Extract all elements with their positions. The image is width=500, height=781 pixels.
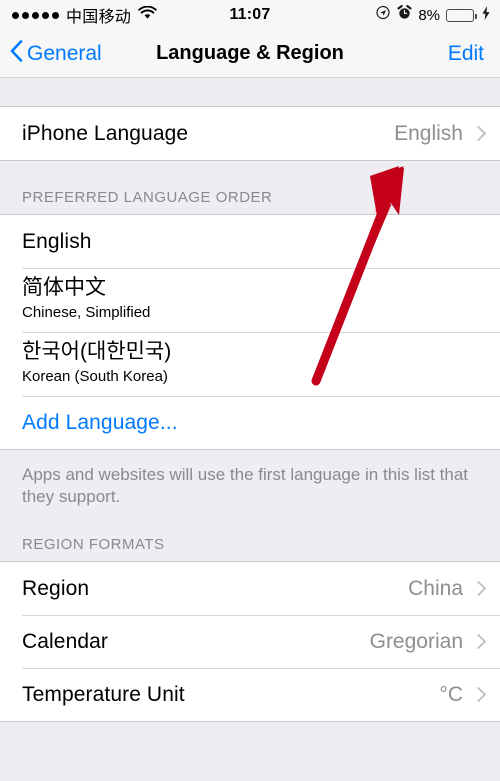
iphone-settings-screen: 中国移动 11:07 8% General Language & Region …: [0, 0, 500, 781]
preferred-language-group: English 简体中文 Chinese, Simplified 한국어(대한민…: [0, 214, 500, 451]
carrier-label: 中国移动: [66, 9, 132, 26]
row-value: Gregorian: [369, 629, 463, 653]
row-label: Temperature Unit: [22, 682, 185, 706]
row-iphone-language[interactable]: iPhone Language English: [0, 107, 500, 160]
iphone-language-group: iPhone Language English: [0, 106, 500, 161]
row-text-stack: 简体中文 Chinese, Simplified: [22, 268, 150, 332]
row-value: °C: [439, 682, 463, 706]
row-english-name: Chinese, Simplified: [22, 303, 151, 321]
row-native-name: 简体中文: [22, 276, 106, 299]
list-item-language-english[interactable]: English: [0, 215, 500, 268]
row-temperature-unit[interactable]: Temperature Unit °C: [0, 668, 500, 722]
status-bar-right: 8%: [376, 0, 490, 30]
row-native-name: 한국어(대한민국): [22, 340, 172, 364]
chevron-right-icon: [470, 580, 487, 597]
section-header-preferred-language-order: PREFERRED LANGUAGE ORDER: [0, 161, 500, 214]
lightning-bolt-icon: [482, 5, 490, 25]
location-services-icon: [376, 5, 391, 25]
section-header-region-formats: REGION FORMATS: [0, 508, 500, 562]
row-value: China: [408, 576, 463, 600]
list-item-language-chinese[interactable]: 简体中文 Chinese, Simplified: [0, 268, 500, 333]
row-label: English: [22, 229, 92, 253]
row-text-stack: 한국어(대한민국) Korean (South Korea): [22, 332, 171, 396]
navigation-bar: General Language & Region Edit: [0, 30, 500, 78]
status-bar: 中国移动 11:07 8%: [0, 0, 500, 30]
wifi-icon: [138, 5, 157, 25]
chevron-right-icon: [470, 125, 487, 141]
row-value: English: [394, 121, 463, 145]
row-calendar[interactable]: Calendar Gregorian: [0, 615, 500, 669]
add-language-button[interactable]: Add Language...: [0, 396, 500, 450]
region-formats-group: Region China Calendar Gregorian Temperat…: [0, 561, 500, 723]
row-label: Calendar: [22, 629, 109, 653]
edit-button[interactable]: Edit: [448, 42, 484, 66]
back-button[interactable]: General: [0, 39, 102, 68]
chevron-right-icon: [470, 633, 487, 650]
battery-percentage-label: 8%: [418, 6, 440, 24]
section-footer-preferred-language-order: Apps and websites will use the first lan…: [0, 450, 500, 509]
battery-icon: [446, 8, 477, 22]
row-accessory: Gregorian: [369, 629, 487, 654]
back-button-label: General: [27, 41, 102, 65]
chevron-left-icon: [10, 39, 23, 68]
row-accessory: China: [408, 576, 487, 601]
chevron-right-icon: [470, 686, 487, 703]
row-label: iPhone Language: [22, 121, 189, 145]
row-region[interactable]: Region China: [0, 562, 500, 616]
alarm-clock-icon: [397, 5, 412, 25]
row-english-name: Korean (South Korea): [22, 368, 168, 385]
cellular-signal-dots-icon: [12, 11, 59, 19]
row-label: Region: [22, 576, 90, 600]
add-language-label: Add Language...: [22, 410, 178, 434]
row-accessory: English: [394, 121, 487, 146]
status-bar-left: 中国移动: [12, 3, 157, 27]
spacer-top: [0, 78, 500, 106]
row-accessory: °C: [439, 682, 487, 707]
list-item-language-korean[interactable]: 한국어(대한민국) Korean (South Korea): [0, 332, 500, 397]
